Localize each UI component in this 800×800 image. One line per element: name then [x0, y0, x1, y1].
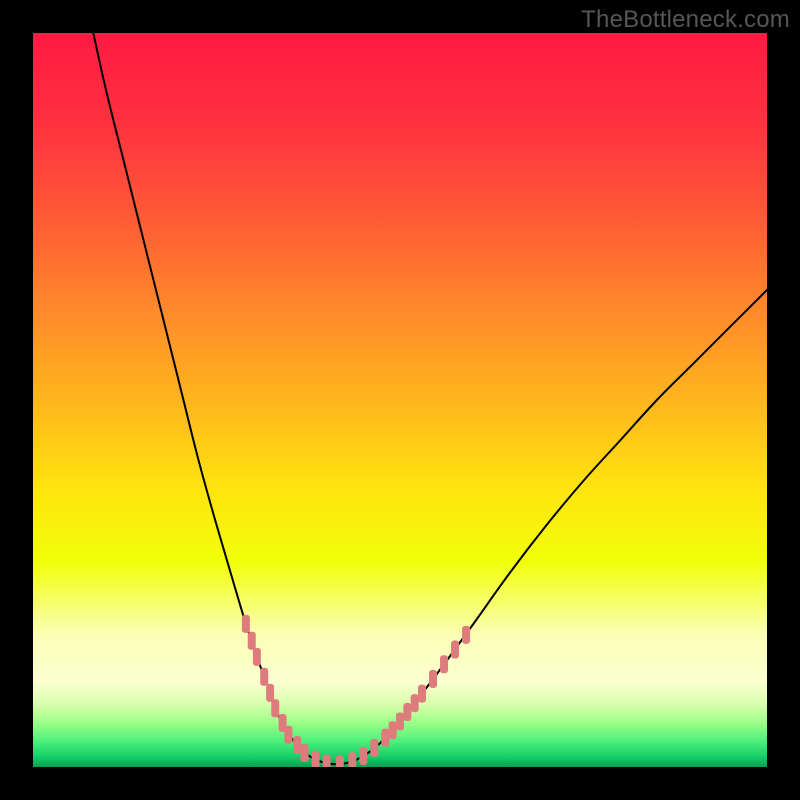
- marker-dot: [403, 703, 411, 721]
- marker-dot: [336, 755, 344, 767]
- marker-dot: [418, 685, 426, 703]
- marker-dot: [429, 670, 437, 688]
- marker-dot: [462, 626, 470, 644]
- marker-dot: [348, 752, 356, 767]
- chart-plot-area: [33, 33, 767, 767]
- marker-dot: [381, 729, 389, 747]
- marker-dot: [248, 632, 256, 650]
- watermark-text: TheBottleneck.com: [581, 6, 790, 34]
- marker-dot: [284, 726, 292, 744]
- marker-dot: [451, 641, 459, 659]
- marker-dot: [253, 648, 261, 666]
- marker-dot: [389, 721, 397, 739]
- marker-dot: [411, 694, 419, 712]
- marker-dot: [266, 684, 274, 702]
- marker-dot: [312, 751, 320, 767]
- marker-dot: [242, 615, 250, 633]
- marker-dot: [440, 655, 448, 673]
- marker-dot: [260, 668, 268, 686]
- marker-dot: [293, 736, 301, 754]
- marker-dot: [359, 747, 367, 765]
- marker-dot: [396, 712, 404, 730]
- marker-dot: [271, 699, 279, 717]
- chart-container: TheBottleneck.com: [0, 0, 800, 800]
- marker-dot: [323, 754, 331, 767]
- marker-dot: [301, 744, 309, 762]
- marker-dot: [370, 739, 378, 757]
